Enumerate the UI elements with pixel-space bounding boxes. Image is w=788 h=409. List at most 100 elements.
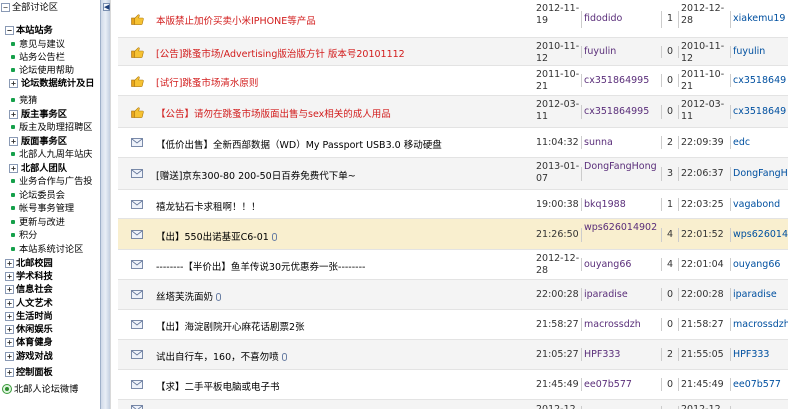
column-separator: [581, 258, 582, 271]
expand-toggle-icon[interactable]: +: [9, 110, 18, 119]
sidebar-item[interactable]: + 学术科技: [0, 270, 100, 283]
sidebar-item[interactable]: 本站系统讨论区: [0, 243, 100, 256]
author-link[interactable]: macrossdzh: [584, 319, 660, 330]
author-link[interactable]: fuyulin: [584, 46, 660, 57]
last-replier-link[interactable]: DongFangH: [733, 168, 788, 179]
sidebar-item[interactable]: 帐号事务管理: [0, 202, 100, 215]
sidebar-item-label: 站务公告栏: [19, 52, 65, 63]
sidebar-item[interactable]: + 生活时尚: [0, 310, 100, 323]
collapse-toggle-icon[interactable]: −: [1, 3, 10, 12]
sidebar-item[interactable]: + 休闲娱乐: [0, 323, 100, 336]
column-separator: [581, 136, 582, 149]
sidebar-item[interactable]: 站务公告栏: [0, 51, 100, 64]
last-replier-link[interactable]: vagabond: [733, 199, 788, 210]
thread-title-link[interactable]: 禧龙钻石卡求租啊！！！: [156, 199, 528, 213]
last-replier-link[interactable]: cx3518649: [733, 75, 788, 86]
author-link[interactable]: fidodido: [584, 13, 660, 24]
author-link[interactable]: ouyang66: [584, 259, 660, 270]
thread-title-link[interactable]: 【出】海淀剧院开心麻花话剧票2张: [156, 319, 528, 333]
expand-toggle-icon[interactable]: +: [5, 299, 14, 308]
author-link[interactable]: wps626014902: [584, 222, 660, 233]
author-link[interactable]: ee07b577: [584, 379, 660, 390]
last-replier-link[interactable]: ouyang66: [733, 259, 788, 270]
sidebar-item[interactable]: 北部人九周年站庆: [0, 148, 100, 161]
sidebar-item-label: 北部人九周年站庆: [19, 149, 93, 160]
expand-toggle-icon[interactable]: +: [5, 352, 14, 361]
last-replier-link[interactable]: macrossdzh: [733, 319, 788, 330]
sidebar-item[interactable]: + 北邮校园: [0, 257, 100, 270]
sidebar-item[interactable]: 业务合作与广告投: [0, 175, 100, 188]
sidebar-splitter[interactable]: ◀: [100, 0, 110, 409]
reply-count-cell: 0: [663, 66, 677, 96]
expand-toggle-icon[interactable]: +: [5, 338, 14, 347]
author-link[interactable]: DongFangHong: [584, 161, 660, 172]
sidebar-item[interactable]: + 人文艺术: [0, 297, 100, 310]
sidebar-item[interactable]: 版主及助理招聘区: [0, 121, 100, 134]
last-replier-link[interactable]: edc: [733, 137, 788, 148]
expand-toggle-icon[interactable]: +: [5, 312, 14, 321]
author-link[interactable]: cx351864995: [584, 75, 660, 86]
sidebar-item[interactable]: − 全部讨论区: [0, 1, 100, 14]
sidebar-item[interactable]: 积分: [0, 229, 100, 242]
thread-title-link[interactable]: [试行]跳蚤市场清水原则: [156, 75, 528, 89]
expand-toggle-icon[interactable]: +: [5, 285, 14, 294]
sidebar-item[interactable]: 更新与改进: [0, 216, 100, 229]
sidebar-item[interactable]: + 信息社会: [0, 283, 100, 296]
sidebar-item[interactable]: + 游戏对战: [0, 350, 100, 363]
column-separator: [661, 378, 662, 391]
expand-toggle-icon[interactable]: +: [5, 272, 14, 281]
author-link[interactable]: HPF333: [584, 349, 660, 360]
last-replier-link[interactable]: cx3518649: [733, 106, 788, 117]
reply-count-cell: 4: [663, 219, 677, 250]
column-separator: [730, 228, 731, 242]
thread-title-cell: 丝塔芙洗面奶丝塔芙洗面奶: [156, 280, 528, 310]
expand-toggle-icon[interactable]: +: [5, 259, 14, 268]
thread-title-link[interactable]: 【求】二手平板电脑或电子书: [156, 379, 528, 393]
author-link[interactable]: cx351864995: [584, 106, 660, 117]
expand-toggle-icon[interactable]: +: [9, 137, 18, 146]
last-replier-link[interactable]: fuyulin: [733, 46, 788, 57]
last-reply-time: 2011-10-21: [681, 69, 725, 92]
thread-title-link[interactable]: 【低价出售】全新西部数据（WD）My Passport USB3.0 移动硬盘: [156, 137, 528, 151]
thread-title-link[interactable]: --------【半价出】鱼羊传说30元优惠券一张--------: [156, 259, 528, 273]
sidebar-item[interactable]: + 体育健身: [0, 336, 100, 349]
sidebar-item[interactable]: + 控制面板: [0, 366, 100, 379]
post-time-cell: 2012-03-11: [536, 96, 580, 128]
expand-toggle-icon[interactable]: +: [9, 79, 18, 88]
thread-title-link[interactable]: [公告]跳蚤市场/Advertising版治版方针 版本号20101112: [156, 46, 528, 60]
collapse-toggle-icon[interactable]: −: [5, 26, 14, 35]
sidebar-item[interactable]: + 版主事务区: [0, 108, 100, 121]
sidebar-item[interactable]: 论坛委员会: [0, 189, 100, 202]
thread-title-link[interactable]: 本版禁止加价买卖小米IPHONE等产品: [156, 13, 528, 27]
column-separator: [678, 136, 679, 149]
collapse-sidebar-icon[interactable]: ◀: [103, 3, 110, 11]
expand-toggle-icon[interactable]: +: [5, 325, 14, 334]
expand-toggle-icon[interactable]: +: [9, 164, 18, 173]
column-separator: [581, 378, 582, 391]
author-link[interactable]: bkq1988: [584, 199, 660, 210]
thread-title-link[interactable]: [赠送]京东300-80 200-50日百券免费代下单~: [156, 168, 528, 182]
last-replier-link[interactable]: wps6260142: [733, 229, 788, 240]
sidebar-item[interactable]: 意见与建议: [0, 38, 100, 51]
bullet-icon: [11, 125, 15, 129]
last-replier-link[interactable]: HPF333: [733, 349, 788, 360]
author-link[interactable]: sunna: [584, 137, 660, 148]
last-replier-link[interactable]: ee07b577: [733, 379, 788, 390]
sidebar-item[interactable]: 论坛使用帮助: [0, 64, 100, 77]
column-separator: [581, 228, 582, 242]
sidebar-item[interactable]: + 论坛数据统计及日: [0, 77, 100, 90]
last-replier-link[interactable]: xiakemu19: [733, 13, 788, 24]
thread-title-link[interactable]: 【公告】请勿在跳蚤市场版面出售与sex相关的成人用品: [156, 106, 528, 120]
table-row: 本版禁止加价买卖小米IPHONE等产品 2012-11-19 fidodido 1 20…: [118, 0, 788, 38]
sidebar-item[interactable]: + 北部人团队: [0, 162, 100, 175]
sidebar-item[interactable]: 竞猜: [0, 94, 100, 107]
table-row: 试出自行车，160，不喜勿喷试出自行车，160，不喜勿喷 21:05:27 HPF3…: [118, 340, 788, 370]
expand-toggle-icon[interactable]: +: [5, 368, 14, 377]
last-replier-link[interactable]: iparadise: [733, 289, 788, 300]
author-link[interactable]: iparadise: [584, 289, 660, 300]
sidebar-item[interactable]: + 版面事务区: [0, 135, 100, 148]
column-separator: [661, 167, 662, 181]
sidebar-item[interactable]: − 本站站务: [0, 24, 100, 37]
thread-icon-cell: [118, 128, 146, 158]
sidebar-item[interactable]: 北邮人论坛微博: [0, 383, 100, 396]
